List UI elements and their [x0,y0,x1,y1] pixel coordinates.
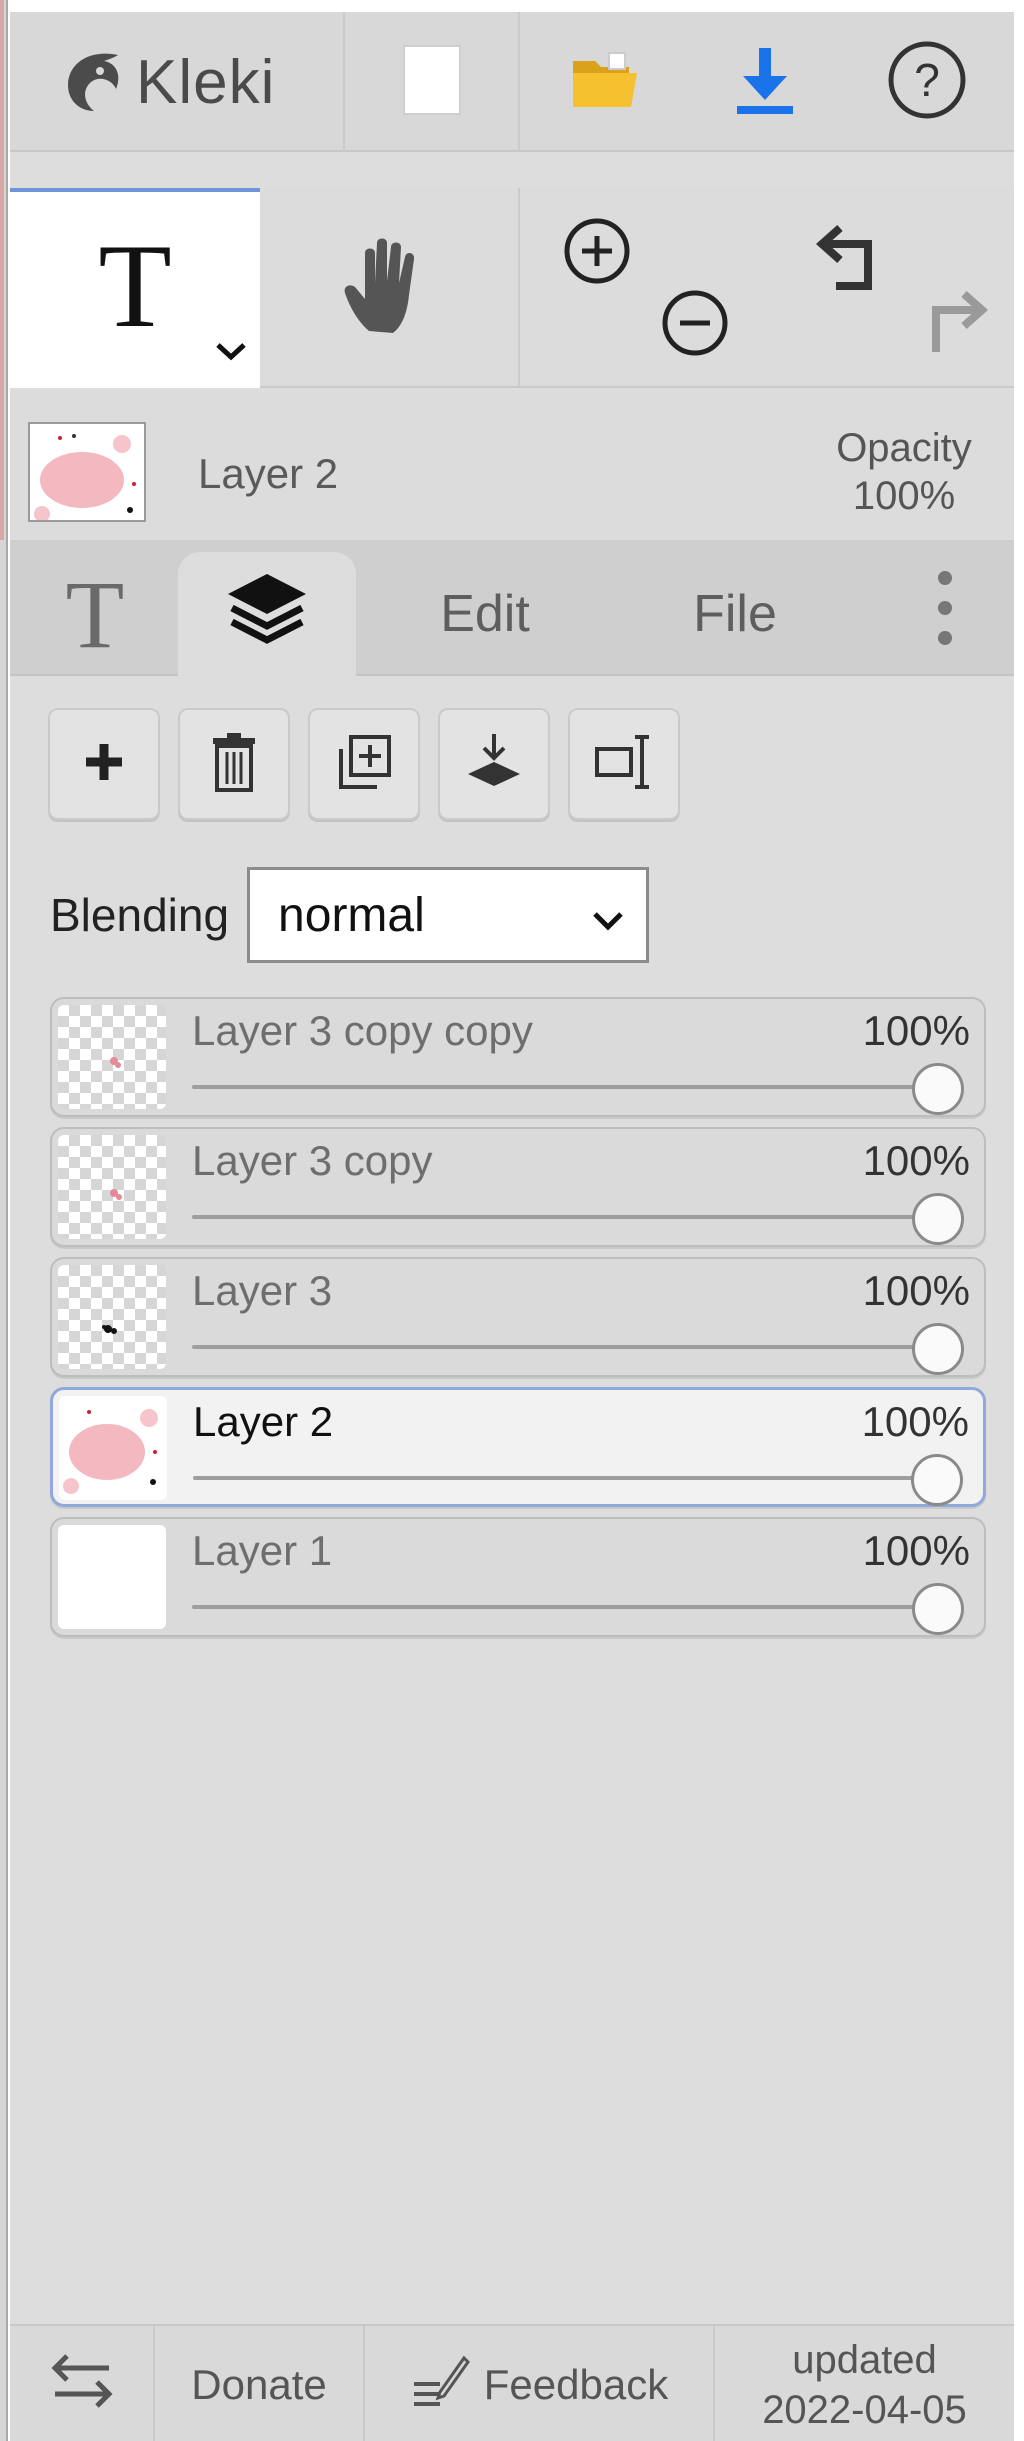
app-name: Kleki [136,47,276,117]
layer-item[interactable]: Layer 1 100% [50,1517,986,1637]
opacity-slider-track[interactable] [192,1215,954,1219]
download-icon [733,44,797,121]
text-tool-button[interactable]: T [10,188,260,388]
zoom-out-icon[interactable] [660,288,730,363]
current-layer-name: Layer 2 [198,450,339,497]
trash-icon [209,732,259,797]
layer-thumbnail [58,1135,166,1239]
top-bar: Kleki ? [10,12,1014,152]
swap-side-button[interactable] [10,2326,155,2441]
feedback-button[interactable]: Feedback [365,2326,715,2441]
kleki-logo-icon [60,45,130,120]
updated-date: 2022-04-05 [762,2387,967,2432]
feedback-label: Feedback [483,2360,669,2408]
opacity-slider-track[interactable] [193,1476,953,1480]
opacity-slider-track[interactable] [192,1085,954,1089]
opacity-slider-track[interactable] [192,1605,954,1609]
opacity-slider-handle[interactable] [912,1323,964,1375]
current-layer-opacity: Opacity 100% [824,424,984,520]
kleki-logo[interactable]: Kleki [10,12,345,152]
layer-name: Layer 3 [192,1267,333,1314]
layer-opacity: 100% [862,1267,970,1314]
kleki-app: Kleki ? T Layer 2 Opacity 100% T Edit Fi… [0,0,1024,2441]
layer-opacity: 100% [862,1137,970,1184]
layer-opacity: 100% [862,1007,970,1054]
duplicate-icon [335,733,393,796]
panel-tabs: T Edit File [10,540,1014,676]
tool-bar: T [10,188,1014,388]
layer-item[interactable]: Layer 3 copy copy 100% [50,997,986,1117]
layer-actions [48,708,680,828]
update-info[interactable]: updated 2022-04-05 [715,2326,1014,2441]
open-folder-icon [569,49,641,116]
layer-list: Layer 3 copy copy 100% Layer 3 copy 100%… [50,997,986,1647]
opacity-slider-handle[interactable] [911,1454,963,1506]
layer-thumbnail [58,1265,166,1369]
blending-value: normal [278,888,425,942]
opacity-slider-handle[interactable] [912,1583,964,1635]
swap-arrows-icon [49,2350,115,2420]
more-options-button[interactable] [910,552,980,676]
tab-tool-settings[interactable]: T [40,552,150,676]
layers-icon [222,568,312,661]
feedback-icon [410,2352,470,2418]
layer-thumbnail [59,1396,167,1500]
blending-row: Blending normal [50,867,650,963]
layer-name: Layer 2 [193,1398,334,1445]
layer-thumbnail [58,1005,166,1109]
layer-item[interactable]: Layer 3 100% [50,1257,986,1377]
opacity-slider-handle[interactable] [912,1193,964,1245]
layer-name: Layer 1 [192,1527,333,1574]
opacity-value: 100% [852,474,956,518]
canvas-edge [0,0,8,2441]
opacity-slider-track[interactable] [192,1345,954,1349]
footer-bar: Donate Feedback updated 2022-04-05 [10,2324,1014,2441]
layer-opacity: 100% [862,1527,970,1574]
current-layer-info: Layer 2 Opacity 100% [10,390,1014,540]
new-image-icon [402,44,462,121]
rename-layer-button[interactable] [568,708,680,820]
duplicate-layer-button[interactable] [308,708,420,820]
svg-text:?: ? [914,54,940,106]
blending-label: Blending [50,889,230,941]
layer-thumbnail [58,1525,166,1629]
opacity-label: Opacity [836,426,972,470]
open-file-button[interactable] [520,12,690,152]
hand-icon [339,231,439,346]
donate-button[interactable]: Donate [155,2326,365,2441]
blending-select[interactable]: normal [247,867,650,963]
hand-tool-button[interactable] [260,188,520,388]
tab-layers[interactable] [178,552,356,676]
zoom-controls [522,188,762,388]
layer-name: Layer 3 copy [192,1137,433,1184]
layer-name: Layer 3 copy copy [192,1007,533,1054]
rename-icon [593,731,655,798]
current-layer-thumbnail [28,422,146,522]
tab-file[interactable]: File [660,552,810,676]
more-vertical-icon [935,568,955,661]
delete-layer-button[interactable] [178,708,290,820]
plus-icon [82,740,126,789]
zoom-in-icon[interactable] [562,216,632,291]
layer-opacity: 100% [861,1398,969,1445]
opacity-slider-handle[interactable] [912,1063,964,1115]
layer-item[interactable]: Layer 3 copy 100% [50,1127,986,1247]
undo-icon[interactable] [812,218,892,303]
chevron-down-icon [592,888,624,943]
history-controls [762,188,1014,388]
save-button[interactable] [690,12,840,152]
help-button[interactable]: ? [840,12,1014,152]
updated-label: updated [792,2337,937,2382]
redo-icon[interactable] [912,284,992,369]
chevron-down-icon[interactable] [214,341,248,368]
text-tool-icon: T [98,219,172,352]
merge-down-icon [464,732,524,797]
tab-edit[interactable]: Edit [410,552,560,676]
side-panel: Kleki ? T Layer 2 Opacity 100% T Edit Fi… [10,12,1014,2441]
new-image-button[interactable] [345,12,520,152]
add-layer-button[interactable] [48,708,160,820]
layer-item-selected[interactable]: Layer 2 100% [50,1387,986,1507]
merge-down-button[interactable] [438,708,550,820]
help-icon: ? [885,38,969,127]
